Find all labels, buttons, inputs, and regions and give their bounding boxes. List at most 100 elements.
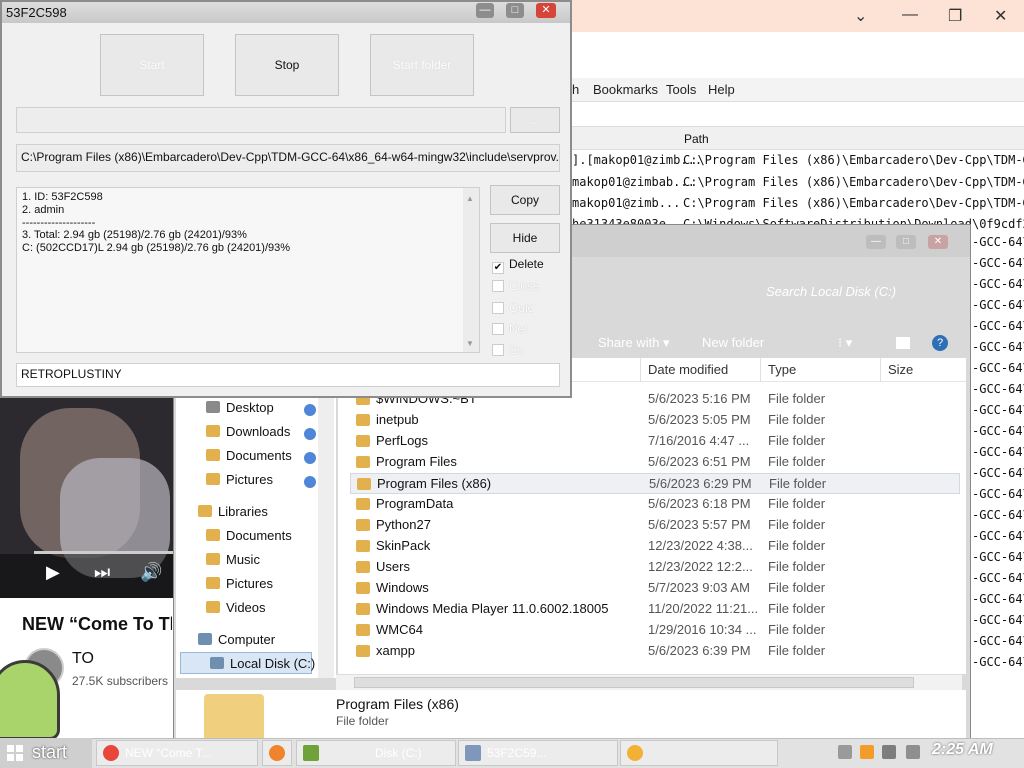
- taskbar-item-firefox[interactable]: [262, 740, 292, 766]
- menu-item-help[interactable]: Help: [708, 82, 735, 97]
- minimize-icon[interactable]: —: [902, 6, 918, 24]
- table-row[interactable]: makop01@zimb... C:\Program Files (x86)\Em…: [572, 193, 1024, 214]
- search-input[interactable]: Search Local Disk (C:): [760, 275, 956, 309]
- checkbox-box[interactable]: ✔: [492, 262, 504, 274]
- copy-button[interactable]: Copy: [490, 185, 560, 215]
- video-player[interactable]: ▶ ⏭ 🔊: [0, 398, 175, 598]
- nav-item[interactable]: Libraries: [198, 504, 268, 524]
- maximize-icon[interactable]: □: [896, 235, 916, 249]
- new-folder-button[interactable]: New folder: [702, 335, 764, 350]
- restore-icon[interactable]: ❐: [948, 6, 962, 26]
- name-field[interactable]: RETROPLUSTINY: [16, 363, 560, 387]
- taskbar-item-browser[interactable]: NEW “Come T...: [96, 740, 258, 766]
- volume-icon[interactable]: 🔊: [140, 562, 162, 583]
- hide-button[interactable]: Hide: [490, 223, 560, 253]
- nav-item[interactable]: Documents: [206, 528, 292, 548]
- table-row[interactable]: makop01@zimbab... C:\Program Files (x86)\…: [572, 172, 1024, 193]
- file-row[interactable]: Program Files 5/6/2023 6:51 PM File folder: [350, 452, 960, 473]
- nav-item[interactable]: Music: [206, 552, 260, 572]
- table-row[interactable]: ].[makop01@zimb... C:\Program Files (x86)…: [572, 150, 1024, 171]
- file-row[interactable]: Windows 5/7/2023 9:03 AM File folder: [350, 578, 960, 599]
- file-row[interactable]: WMC64 1/29/2016 10:34 ... File folder: [350, 620, 960, 641]
- log-textarea[interactable]: ▲ ▼ 1. ID: 53F2C598 2. admin -------------…: [16, 187, 480, 353]
- tray-arrow-icon[interactable]: [838, 745, 852, 759]
- folder-icon: [356, 498, 370, 510]
- stop-button[interactable]: Stop: [235, 34, 339, 96]
- taskbar-item-explorer[interactable]: Disk (C:): [296, 740, 456, 766]
- close-icon[interactable]: ✕: [536, 3, 556, 18]
- tray-flag-icon[interactable]: [882, 745, 896, 759]
- taskbar-item-search[interactable]: [620, 740, 778, 766]
- column-path[interactable]: Path: [684, 132, 709, 146]
- scroll-up-icon[interactable]: ▲: [466, 194, 474, 203]
- next-icon[interactable]: ⏭: [94, 562, 110, 583]
- maximize-icon[interactable]: □: [506, 3, 524, 18]
- horizontal-scrollbar[interactable]: [336, 674, 962, 690]
- checkbox-delete[interactable]: ✔ Delete: [492, 257, 544, 274]
- close-icon[interactable]: ✕: [994, 6, 1007, 26]
- checkbox-net[interactable]: Net: [492, 322, 528, 336]
- checkbox-box[interactable]: [492, 323, 504, 335]
- checkbox-box[interactable]: [492, 280, 504, 292]
- file-row[interactable]: ProgramData 5/6/2023 6:18 PM File folder: [350, 494, 960, 515]
- grid-header: Path: [572, 126, 1024, 150]
- column-size[interactable]: Size: [888, 362, 913, 377]
- file-row[interactable]: xampp 5/6/2023 6:39 PM File folder: [350, 641, 960, 662]
- scroll-down-icon[interactable]: ▼: [466, 339, 474, 348]
- background-toolbar: [572, 32, 1024, 78]
- start-button[interactable]: Start: [100, 34, 204, 96]
- file-row[interactable]: PerfLogs 7/16/2016 4:47 ... File folder: [350, 431, 960, 452]
- channel-name[interactable]: TO: [72, 650, 94, 668]
- browse-button[interactable]: ...: [510, 107, 560, 133]
- help-icon[interactable]: ?: [932, 335, 948, 351]
- input-field[interactable]: [16, 107, 506, 133]
- close-icon[interactable]: ✕: [928, 235, 948, 249]
- column-date-modified[interactable]: Date modified: [648, 362, 728, 377]
- file-row[interactable]: inetpub 5/6/2023 5:05 PM File folder: [350, 410, 960, 431]
- nav-scrollbar[interactable]: [318, 360, 334, 678]
- menu-item[interactable]: h: [572, 82, 579, 97]
- nav-item[interactable]: Pictures: [206, 576, 273, 596]
- menu-item-tools[interactable]: Tools: [666, 82, 696, 97]
- taskbar-item-tool[interactable]: 53F2C59...: [458, 740, 618, 766]
- file-row[interactable]: Python27 5/6/2023 5:57 PM File folder: [350, 515, 960, 536]
- taskbar-clock[interactable]: 2:25 AM: [932, 741, 993, 759]
- file-row[interactable]: Windows Media Player 11.0.6002.18005 11/2…: [350, 599, 960, 620]
- file-row[interactable]: Users 12/23/2022 12:2... File folder: [350, 557, 960, 578]
- nav-item[interactable]: Documents: [206, 448, 292, 468]
- nav-item[interactable]: Videos: [206, 600, 266, 620]
- file-row[interactable]: SkinPack 12/23/2022 4:38... File folder: [350, 536, 960, 557]
- view-options-icon[interactable]: ⁝ ▾: [838, 335, 852, 351]
- nav-item[interactable]: Desktop: [206, 400, 274, 420]
- share-with-button[interactable]: Share with ▾: [598, 335, 670, 351]
- play-icon[interactable]: ▶: [46, 562, 60, 583]
- nav-item[interactable]: Downloads: [206, 424, 290, 444]
- character-sticker: [0, 660, 60, 740]
- chevron-down-icon[interactable]: ⌄: [854, 6, 867, 26]
- details-type: File folder: [336, 714, 389, 728]
- library-icon: [198, 505, 212, 517]
- file-row[interactable]: Program Files (x86) 5/6/2023 6:29 PM File …: [350, 473, 960, 494]
- log-scrollbar[interactable]: ▲ ▼: [463, 188, 479, 352]
- checkbox-close[interactable]: Close: [492, 279, 540, 293]
- start-folder-button[interactable]: Start folder: [370, 34, 474, 96]
- checkbox-quid[interactable]: Quid: [492, 301, 534, 315]
- nav-item-label: Downloads: [226, 424, 291, 439]
- column-type[interactable]: Type: [768, 362, 796, 377]
- nav-item[interactable]: Computer: [198, 632, 275, 652]
- volume-icon[interactable]: [906, 745, 920, 759]
- minimize-icon[interactable]: —: [476, 3, 494, 18]
- menu-item-bookmarks[interactable]: Bookmarks: [593, 82, 658, 97]
- nav-item[interactable]: Pictures: [206, 472, 273, 492]
- preview-pane-icon[interactable]: [896, 337, 910, 349]
- scrollbar-thumb[interactable]: [354, 677, 914, 688]
- nav-item[interactable]: Local Disk (C:): [210, 656, 315, 676]
- minimize-icon[interactable]: —: [866, 235, 886, 249]
- tray-app-icon[interactable]: [860, 745, 874, 759]
- video-title[interactable]: NEW “Come To Th: [22, 614, 172, 635]
- start-button[interactable]: start: [0, 738, 92, 768]
- checkbox-sc[interactable]: Sc: [492, 343, 523, 357]
- checkbox-box[interactable]: [492, 302, 504, 314]
- checkbox-box[interactable]: [492, 344, 504, 356]
- path-field[interactable]: C:\Program Files (x86)\Embarcadero\Dev-C…: [16, 144, 560, 172]
